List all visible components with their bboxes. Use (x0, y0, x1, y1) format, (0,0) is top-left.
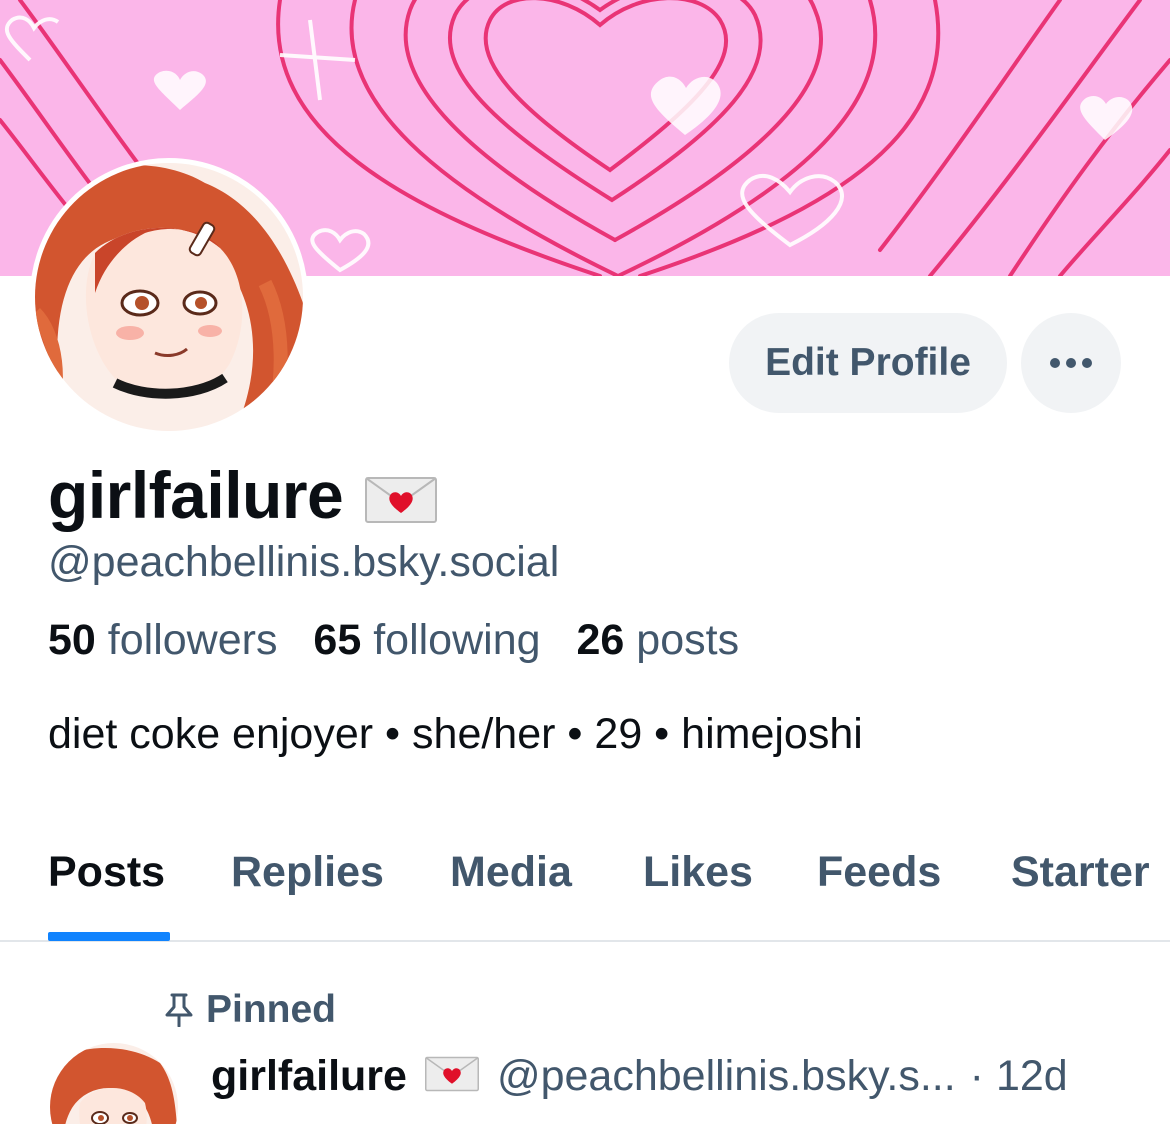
tab-likes[interactable]: Likes (643, 848, 753, 897)
following-label: following (373, 616, 541, 664)
pinned-label: Pinned (206, 988, 337, 1031)
post-author-name[interactable]: girlfailure (211, 1052, 407, 1101)
post-avatar-illustration (50, 1043, 178, 1124)
pinned-indicator: Pinned (164, 988, 336, 1032)
posts-count: 26 (576, 616, 625, 664)
profile-handle: @peachbellinis.bsky.social (48, 538, 560, 586)
profile-tabs: Posts Replies Media Likes Feeds Starter (0, 820, 1170, 942)
profile-stats: 50 followers 65 following 26 posts (48, 616, 763, 665)
edit-profile-button[interactable]: Edit Profile (729, 313, 1007, 413)
followers-label: followers (107, 616, 278, 664)
pin-icon (165, 993, 193, 1027)
post-time-value: 12d (995, 1052, 1068, 1100)
profile-avatar[interactable] (30, 158, 308, 436)
post-author-handle[interactable]: @peachbellinis.bsky.s... (497, 1052, 956, 1101)
more-options-button[interactable] (1021, 313, 1121, 413)
profile-page: Edit Profile girlfailure @peachbellinis.… (0, 0, 1170, 1124)
post-timestamp[interactable]: · 12d (970, 1052, 1068, 1101)
posts-stat: 26 posts (577, 616, 740, 664)
profile-bio: diet coke enjoyer • she/her • 29 • himej… (48, 710, 863, 758)
post-separator: · (969, 1052, 984, 1100)
following-stat[interactable]: 65 following (313, 616, 540, 664)
followers-stat[interactable]: 50 followers (48, 616, 277, 664)
tab-posts[interactable]: Posts (48, 848, 165, 897)
posts-label: posts (636, 616, 740, 664)
followers-count: 50 (48, 616, 96, 664)
tab-starter[interactable]: Starter (1011, 848, 1150, 897)
tab-replies[interactable]: Replies (231, 848, 384, 897)
post-author-avatar[interactable] (50, 1043, 178, 1124)
avatar-illustration (35, 163, 303, 431)
tab-media[interactable]: Media (450, 848, 572, 897)
tab-feeds[interactable]: Feeds (817, 848, 941, 897)
post-header: girlfailure @peachbellinis.bsky.s... · 1… (211, 1050, 1068, 1103)
love-letter-icon (424, 1054, 479, 1103)
following-count: 65 (313, 616, 362, 664)
active-tab-indicator (48, 932, 170, 941)
profile-display-name: girlfailure (48, 452, 438, 538)
display-name-text: girlfailure (48, 458, 344, 532)
love-letter-icon (365, 462, 438, 538)
ellipsis-icon (1050, 358, 1092, 368)
